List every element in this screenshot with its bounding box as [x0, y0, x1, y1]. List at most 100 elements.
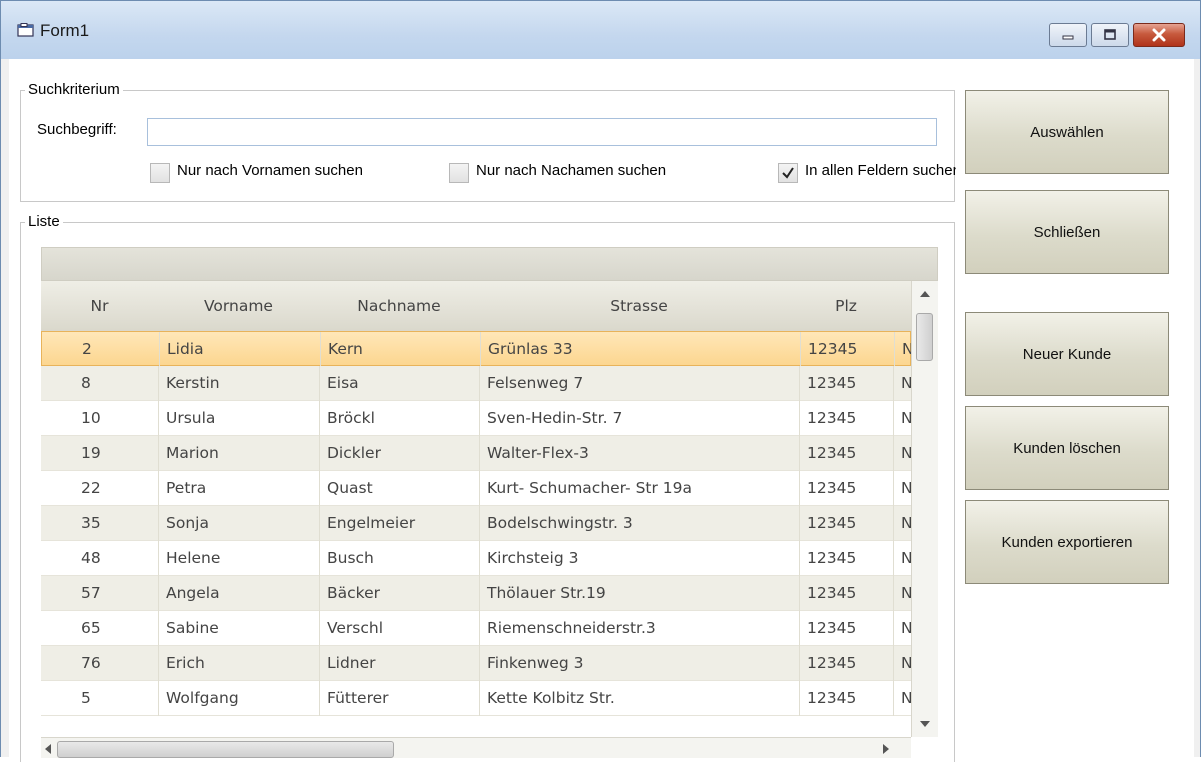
- scroll-up-arrow-icon[interactable]: [920, 291, 930, 297]
- table-cell-overflow: N: [893, 646, 913, 681]
- vertical-scrollbar[interactable]: [911, 281, 938, 737]
- table-cell-overflow: N: [893, 471, 913, 506]
- customer-grid[interactable]: Nr Vorname Nachname Strasse Plz 2 Lidia Kern Gr…: [41, 247, 938, 758]
- window-title: Form1: [40, 21, 90, 40]
- table-cell: Angela: [158, 576, 319, 611]
- all-fields-checkbox[interactable]: [778, 163, 798, 183]
- table-row[interactable]: 8 Kerstin Eisa Felsenweg 7 12345 N: [41, 366, 913, 401]
- last-name-only-checkbox[interactable]: [449, 163, 469, 183]
- search-criteria-group: Suchkriterium: [20, 81, 955, 202]
- checkmark-icon: [782, 167, 794, 179]
- table-cell: Kurt- Schumacher- Str 19a: [479, 471, 799, 506]
- scroll-right-arrow-icon[interactable]: [883, 744, 889, 754]
- table-row[interactable]: 5 Wolfgang Fütterer Kette Kolbitz Str. 12345…: [41, 681, 913, 716]
- table-cell-overflow: N: [893, 576, 913, 611]
- table-cell: Grünlas 33: [480, 332, 800, 367]
- table-cell: 12345: [799, 366, 893, 401]
- column-header-nachname[interactable]: Nachname: [319, 281, 479, 331]
- table-cell-overflow: N: [893, 401, 913, 436]
- table-row[interactable]: 57 Angela Bäcker Thölauer Str.19 12345 N: [41, 576, 913, 611]
- first-name-only-checkbox[interactable]: [150, 163, 170, 183]
- minimize-button[interactable]: [1049, 23, 1087, 47]
- table-row[interactable]: 48 Helene Busch Kirchsteig 3 12345 N: [41, 541, 913, 576]
- table-cell: 8: [81, 374, 91, 392]
- table-cell: Sven-Hedin-Str. 7: [479, 401, 799, 436]
- table-cell: Dickler: [319, 436, 479, 471]
- column-header-strasse[interactable]: Strasse: [479, 281, 799, 331]
- table-cell: 12345: [799, 681, 893, 716]
- table-cell: Thölauer Str.19: [479, 576, 799, 611]
- table-cell: 2: [82, 340, 92, 358]
- column-header-vorname[interactable]: Vorname: [158, 281, 319, 331]
- table-cell-overflow: N: [893, 681, 913, 716]
- table-cell: Walter-Flex-3: [479, 436, 799, 471]
- horizontal-scrollbar[interactable]: [41, 737, 911, 758]
- table-cell: 35: [81, 514, 101, 532]
- search-criteria-legend: Suchkriterium: [25, 81, 123, 98]
- table-cell: Lidner: [319, 646, 479, 681]
- table-cell: 12345: [799, 576, 893, 611]
- table-cell: 57: [81, 584, 101, 602]
- table-cell: Wolfgang: [158, 681, 319, 716]
- column-header-plz[interactable]: Plz: [799, 281, 893, 331]
- table-cell: Kette Kolbitz Str.: [479, 681, 799, 716]
- table-row[interactable]: 19 Marion Dickler Walter-Flex-3 12345 N: [41, 436, 913, 471]
- search-input[interactable]: [147, 118, 937, 146]
- table-row[interactable]: 35 Sonja Engelmeier Bodelschwingstr. 3 12345…: [41, 506, 913, 541]
- table-cell: 12345: [799, 646, 893, 681]
- table-cell: 10: [81, 409, 101, 427]
- first-name-only-label[interactable]: Nur nach Vornamen suchen: [177, 162, 363, 179]
- table-cell: Sonja: [158, 506, 319, 541]
- list-legend: Liste: [25, 213, 63, 230]
- table-cell: Riemenschneiderstr.3: [479, 611, 799, 646]
- scroll-down-arrow-icon[interactable]: [920, 721, 930, 727]
- last-name-only-label[interactable]: Nur nach Nachamen suchen: [476, 162, 666, 179]
- table-cell: Marion: [158, 436, 319, 471]
- search-term-label: Suchbegriff:: [37, 121, 117, 138]
- table-cell: Lidia: [159, 332, 320, 367]
- table-cell: 12345: [799, 506, 893, 541]
- table-cell: Busch: [319, 541, 479, 576]
- table-cell: Quast: [319, 471, 479, 506]
- application-window: Form1 Suchkriterium Liste Suchbegriff: N…: [0, 0, 1201, 762]
- table-cell-overflow: N: [893, 366, 913, 401]
- table-row[interactable]: 76 Erich Lidner Finkenweg 3 12345 N: [41, 646, 913, 681]
- table-cell: Engelmeier: [319, 506, 479, 541]
- table-cell: 12345: [799, 471, 893, 506]
- table-cell: Eisa: [319, 366, 479, 401]
- column-header-nr[interactable]: Nr: [41, 281, 158, 331]
- table-cell: Kerstin: [158, 366, 319, 401]
- table-cell: Verschl: [319, 611, 479, 646]
- table-cell: Finkenweg 3: [479, 646, 799, 681]
- new-customer-button[interactable]: Neuer Kunde: [965, 312, 1169, 396]
- export-customers-button[interactable]: Kunden exportieren: [965, 500, 1169, 584]
- table-cell: Erich: [158, 646, 319, 681]
- table-cell: Kern: [320, 332, 480, 367]
- table-cell: Helene: [158, 541, 319, 576]
- table-cell: 19: [81, 444, 101, 462]
- table-cell: 76: [81, 654, 101, 672]
- table-row[interactable]: 22 Petra Quast Kurt- Schumacher- Str 19a 123…: [41, 471, 913, 506]
- table-cell: Ursula: [158, 401, 319, 436]
- horizontal-scroll-thumb[interactable]: [57, 741, 394, 758]
- close-window-button[interactable]: [1133, 23, 1185, 47]
- table-row[interactable]: 2 Lidia Kern Grünlas 33 12345 N: [41, 331, 914, 367]
- title-bar[interactable]: Form1: [1, 1, 1200, 59]
- minimize-icon: [1062, 35, 1074, 40]
- table-row[interactable]: 10 Ursula Bröckl Sven-Hedin-Str. 7 12345 N: [41, 401, 913, 436]
- table-cell: Felsenweg 7: [479, 366, 799, 401]
- vertical-scroll-thumb[interactable]: [916, 313, 933, 361]
- table-cell: 12345: [799, 611, 893, 646]
- table-cell: Petra: [158, 471, 319, 506]
- table-row[interactable]: 65 Sabine Verschl Riemenschneiderstr.3 12345…: [41, 611, 913, 646]
- scroll-left-arrow-icon[interactable]: [45, 744, 51, 754]
- grid-group-panel: [41, 247, 938, 281]
- maximize-button[interactable]: [1091, 23, 1129, 47]
- table-cell-overflow: N: [893, 436, 913, 471]
- table-cell: 12345: [799, 401, 893, 436]
- close-button[interactable]: Schließen: [965, 190, 1169, 274]
- select-button[interactable]: Auswählen: [965, 90, 1169, 174]
- table-cell: Kirchsteig 3: [479, 541, 799, 576]
- delete-customer-button[interactable]: Kunden löschen: [965, 406, 1169, 490]
- all-fields-label[interactable]: In allen Feldern suchen: [805, 162, 956, 179]
